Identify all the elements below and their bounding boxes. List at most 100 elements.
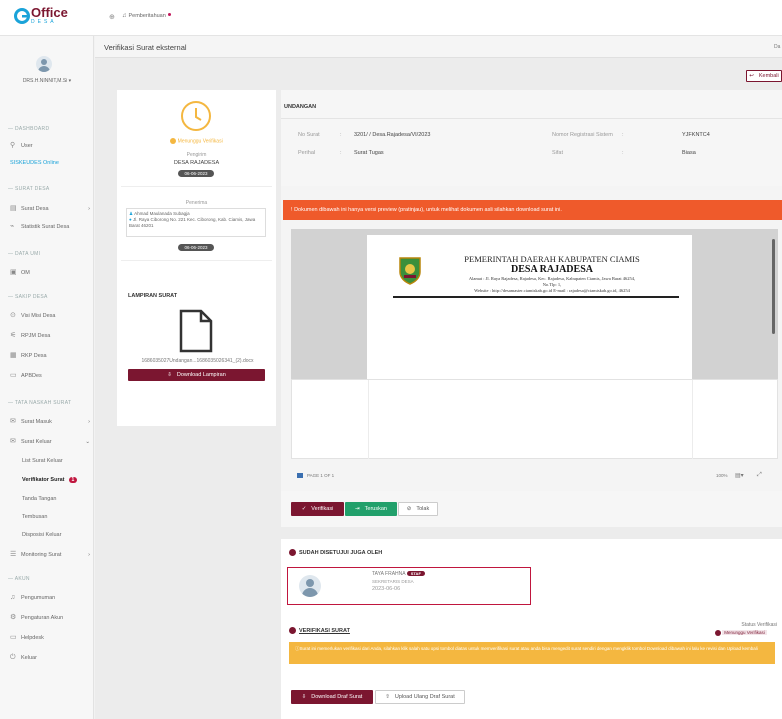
reg-value: YJFKNTC4: [682, 132, 710, 138]
date-badge: 06-06-2023: [178, 244, 214, 251]
letter-line-4: No.Tlp: 1,: [542, 282, 562, 287]
sidebar-item-rpjm[interactable]: ⚟ RPJM Desa: [10, 332, 50, 339]
count-badge: 1: [68, 477, 78, 483]
sidebar-item-surat-keluar[interactable]: ✉ Surat Keluar ⌄: [10, 438, 90, 445]
zoom-level[interactable]: 100%: [716, 473, 728, 478]
tolak-button[interactable]: ⊘ Tolak: [398, 502, 438, 516]
sidebar-item-label: Surat Desa: [21, 205, 49, 212]
back-button[interactable]: ↩ Kembali: [746, 70, 782, 82]
reg-label: Nomor Registrasi Sistem: [552, 132, 613, 138]
sidebar-item-pengumuman[interactable]: ♫ Pengumuman: [10, 594, 55, 601]
button-label: Upload Ulang Draf Surat: [394, 694, 455, 700]
lampiran-card: LAMPIRAN SURAT 1686035027Undangan...1686…: [117, 281, 276, 426]
document-viewer-lower: [291, 379, 778, 459]
sidebar-item-pengaturan[interactable]: ⚙ Pengaturan Akun: [10, 614, 63, 621]
perihal-value: Surat Tugas: [354, 150, 384, 156]
separator: :: [340, 132, 342, 138]
role-badge: STAF: [406, 571, 425, 576]
sifat-value: Biasa: [682, 150, 696, 156]
sidebar-item-monitoring[interactable]: ☰ Monitoring Surat ›: [10, 551, 90, 558]
sidebar-item-label: Pengaturan Akun: [21, 614, 64, 621]
page-nav-icon[interactable]: ▤▾: [735, 472, 744, 479]
section-dashboard: — DASHBOARD: [8, 126, 50, 132]
sidebar-item-rkp[interactable]: ▦ RKP Desa: [10, 352, 47, 359]
surat-title: UNDANGAN: [284, 104, 317, 110]
button-label: Download Draf Surat: [311, 694, 363, 700]
vertical-scrollbar[interactable]: [772, 239, 775, 334]
sidebar-item-label: RKP Desa: [21, 352, 47, 359]
chevron-right-icon: ›: [88, 418, 90, 425]
sidebar: DRS.H.NINNIT,M.Si ▾ — DASHBOARD ⚲ User SI…: [0, 36, 94, 719]
separator: :: [622, 132, 624, 138]
target-icon: ⊙: [10, 312, 16, 319]
logo-icon: [14, 8, 30, 24]
status-card: Menunggu Verifikasi Pengirim DESA RAJADE…: [117, 90, 276, 313]
sidebar-item-om[interactable]: ▣ OM: [10, 269, 30, 276]
sidebar-item-label: Statistik Surat Desa: [21, 223, 70, 230]
notification-label: Pemberitahuan: [128, 13, 166, 19]
sidebar-item-user[interactable]: ⚲ User: [10, 142, 33, 149]
sidebar-subitem-tanda-tangan[interactable]: Tanda Tangan: [22, 496, 56, 502]
upload-draf-button[interactable]: ⇧ Upload Ulang Draf Surat: [375, 690, 465, 704]
user-menu[interactable]: DRS.H.NINNIT,M.Si ▾: [0, 78, 94, 84]
monitor-icon: ▭: [10, 634, 17, 641]
reject-icon: ⊘: [406, 506, 412, 512]
download-lampiran-button[interactable]: ⇩ Download Lampiran: [128, 369, 265, 381]
approver-avatar: [299, 575, 321, 597]
sidebar-item-visi[interactable]: ⊙ Visi Misi Desa: [10, 312, 55, 319]
button-label: Verifikasi: [311, 506, 334, 512]
sidebar-subitem-verifikator[interactable]: Verifikator Surat 1: [22, 477, 78, 483]
section-label: SAKIP DESA: [15, 294, 48, 300]
chevron-right-icon: ›: [88, 205, 90, 212]
sidebar-item-statistik[interactable]: ⌁ Statistik Surat Desa: [10, 223, 69, 230]
forward-icon: ⇥: [355, 506, 360, 512]
action-bar: ✓ Verifikasi ⇥ Teruskan ⊘ Tolak: [281, 491, 782, 527]
download-draf-button[interactable]: ⇩ Download Draf Surat: [291, 690, 373, 704]
status-verifikasi-value: Menunggu Verifikasi: [715, 630, 767, 636]
sidebar-item-keluar[interactable]: ⏻ Keluar: [10, 654, 37, 661]
avatar[interactable]: [36, 56, 52, 72]
app-logo[interactable]: Office DESA: [14, 6, 68, 25]
lampiran-title: LAMPIRAN SURAT: [128, 293, 178, 299]
settings-icon[interactable]: ⊕: [109, 13, 115, 21]
bell-icon: ♫: [10, 594, 16, 601]
main-content: Verifikasi Surat eksternal Da ↩ Kembali M…: [95, 36, 782, 719]
sidebar-item-label: OM: [21, 269, 30, 276]
notification-button[interactable]: ♫ Pemberitahuan: [122, 12, 171, 19]
sidebar-subitem-disposisi[interactable]: Disposisi Keluar: [22, 532, 61, 538]
verifikasi-button[interactable]: ✓ Verifikasi: [291, 502, 344, 516]
sidebar-item-label: Tembusan: [22, 514, 48, 520]
chevron-right-icon: ›: [88, 551, 90, 558]
header-cut-text: Da: [774, 44, 781, 50]
fullscreen-icon[interactable]: ⤢: [757, 472, 762, 479]
sidebar-toggle-icon[interactable]: [297, 473, 303, 478]
user-name: DRS.H.NINNIT,M.Si: [22, 78, 68, 84]
status-verifikasi-label: Status Verifikasi: [741, 622, 777, 628]
sidebar-item-label: SISKEUDES Online: [10, 160, 59, 166]
sidebar-item-helpdesk[interactable]: ▭ Helpdesk: [10, 634, 44, 641]
date-badge: 06-06-2023: [178, 170, 214, 177]
letter-line-5: Website : http://desamaster.ciamiskab.go…: [474, 288, 630, 293]
verifikasi-notice: ⓘSurat ini memerlukan verifikasi dari An…: [289, 642, 775, 664]
sidebar-item-surat-masuk[interactable]: ✉ Surat Masuk ›: [10, 418, 90, 425]
download-icon: ⇩: [167, 372, 172, 378]
preview-card: ! Dokumen dibawah ini hanya versi previe…: [281, 186, 782, 516]
sidebar-item-apbdes[interactable]: ▭ APBDes: [10, 372, 42, 379]
no-surat-value: 3201/ / Desa.Rajadesa/VI/2023: [354, 132, 431, 138]
sifat-label: Sifat: [552, 150, 564, 156]
section-akun: — AKUN: [8, 576, 30, 582]
document-viewer[interactable]: PEMERINTAH DAERAH KABUPATEN CIAMIS DESA …: [291, 229, 778, 379]
button-label: Download Lampiran: [176, 372, 226, 378]
edit-circle-icon: [289, 627, 296, 634]
section-surat-desa: — SURAT DESA: [8, 186, 50, 192]
sidebar-subitem-list-surat-keluar[interactable]: List Surat Keluar: [22, 458, 63, 464]
teruskan-button[interactable]: ⇥ Teruskan: [345, 502, 397, 516]
sidebar-item-surat-desa[interactable]: ▤ Surat Desa ›: [10, 205, 90, 212]
sidebar-item-siskeudes[interactable]: SISKEUDES Online: [10, 160, 59, 166]
sidebar-subitem-tembusan[interactable]: Tembusan: [22, 514, 47, 520]
status-text: Menunggu Verifikasi: [177, 138, 223, 145]
letter-rule: [393, 296, 679, 298]
penerima-label: Penerima: [185, 200, 208, 206]
section-label: DASHBOARD: [15, 126, 50, 132]
database-icon: ▣: [10, 269, 17, 276]
